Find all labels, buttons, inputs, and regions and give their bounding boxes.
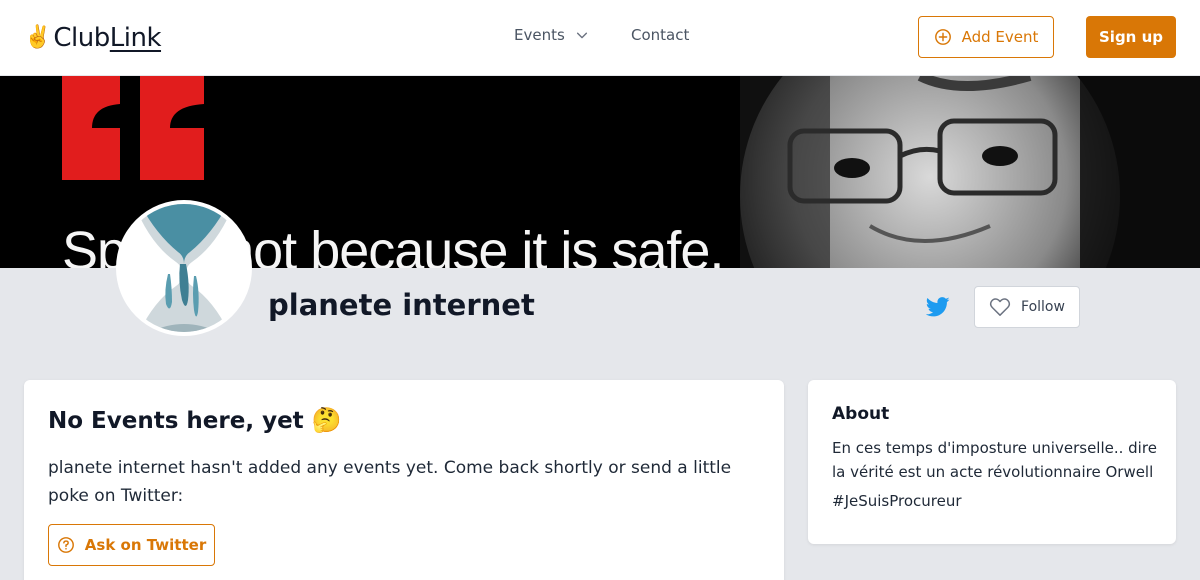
victory-hand-icon: ✌️ (24, 25, 52, 50)
add-event-button[interactable]: Add Event (918, 16, 1054, 58)
question-circle-icon (57, 537, 74, 553)
site-header: ✌️ Club Link Events Contact Add Event Si… (0, 0, 1200, 76)
plus-circle-icon (934, 29, 951, 45)
twitter-icon[interactable] (925, 296, 950, 318)
profile-avatar (116, 200, 252, 336)
profile-name: planete internet (268, 288, 535, 322)
logo-text-club: Club (53, 23, 110, 53)
ask-on-twitter-label: Ask on Twitter (84, 536, 207, 554)
clublink-logo[interactable]: ✌️ Club Link (24, 20, 162, 56)
about-description: En ces temps d'imposture universelle.. d… (832, 439, 1157, 481)
nav-events-dropdown[interactable]: Events (514, 26, 589, 44)
logo-text-link: Link (109, 23, 162, 53)
no-events-heading: No Events here, yet 🤔 (48, 406, 342, 434)
about-card: About En ces temps d'imposture universel… (808, 380, 1176, 544)
follow-button[interactable]: Follow (974, 286, 1080, 328)
thinking-face-icon: 🤔 (311, 406, 342, 434)
about-title: About (832, 404, 890, 424)
heart-icon (989, 298, 1011, 316)
hourglass-logo-image (120, 204, 248, 332)
about-hashtag: #JeSuisProcureur (832, 492, 962, 510)
no-events-title-text: No Events here, yet (48, 408, 304, 434)
signup-button[interactable]: Sign up (1086, 16, 1176, 58)
events-card: No Events here, yet 🤔 planete internet h… (24, 380, 784, 580)
nav-contact-link[interactable]: Contact (631, 26, 689, 44)
chevron-down-icon (576, 32, 587, 39)
add-event-label: Add Event (961, 28, 1039, 46)
follow-label: Follow (1021, 299, 1065, 315)
no-events-description: planete internet hasn't added any events… (48, 458, 732, 506)
ask-on-twitter-button[interactable]: Ask on Twitter (48, 524, 215, 566)
nav-events-label: Events (514, 26, 565, 44)
